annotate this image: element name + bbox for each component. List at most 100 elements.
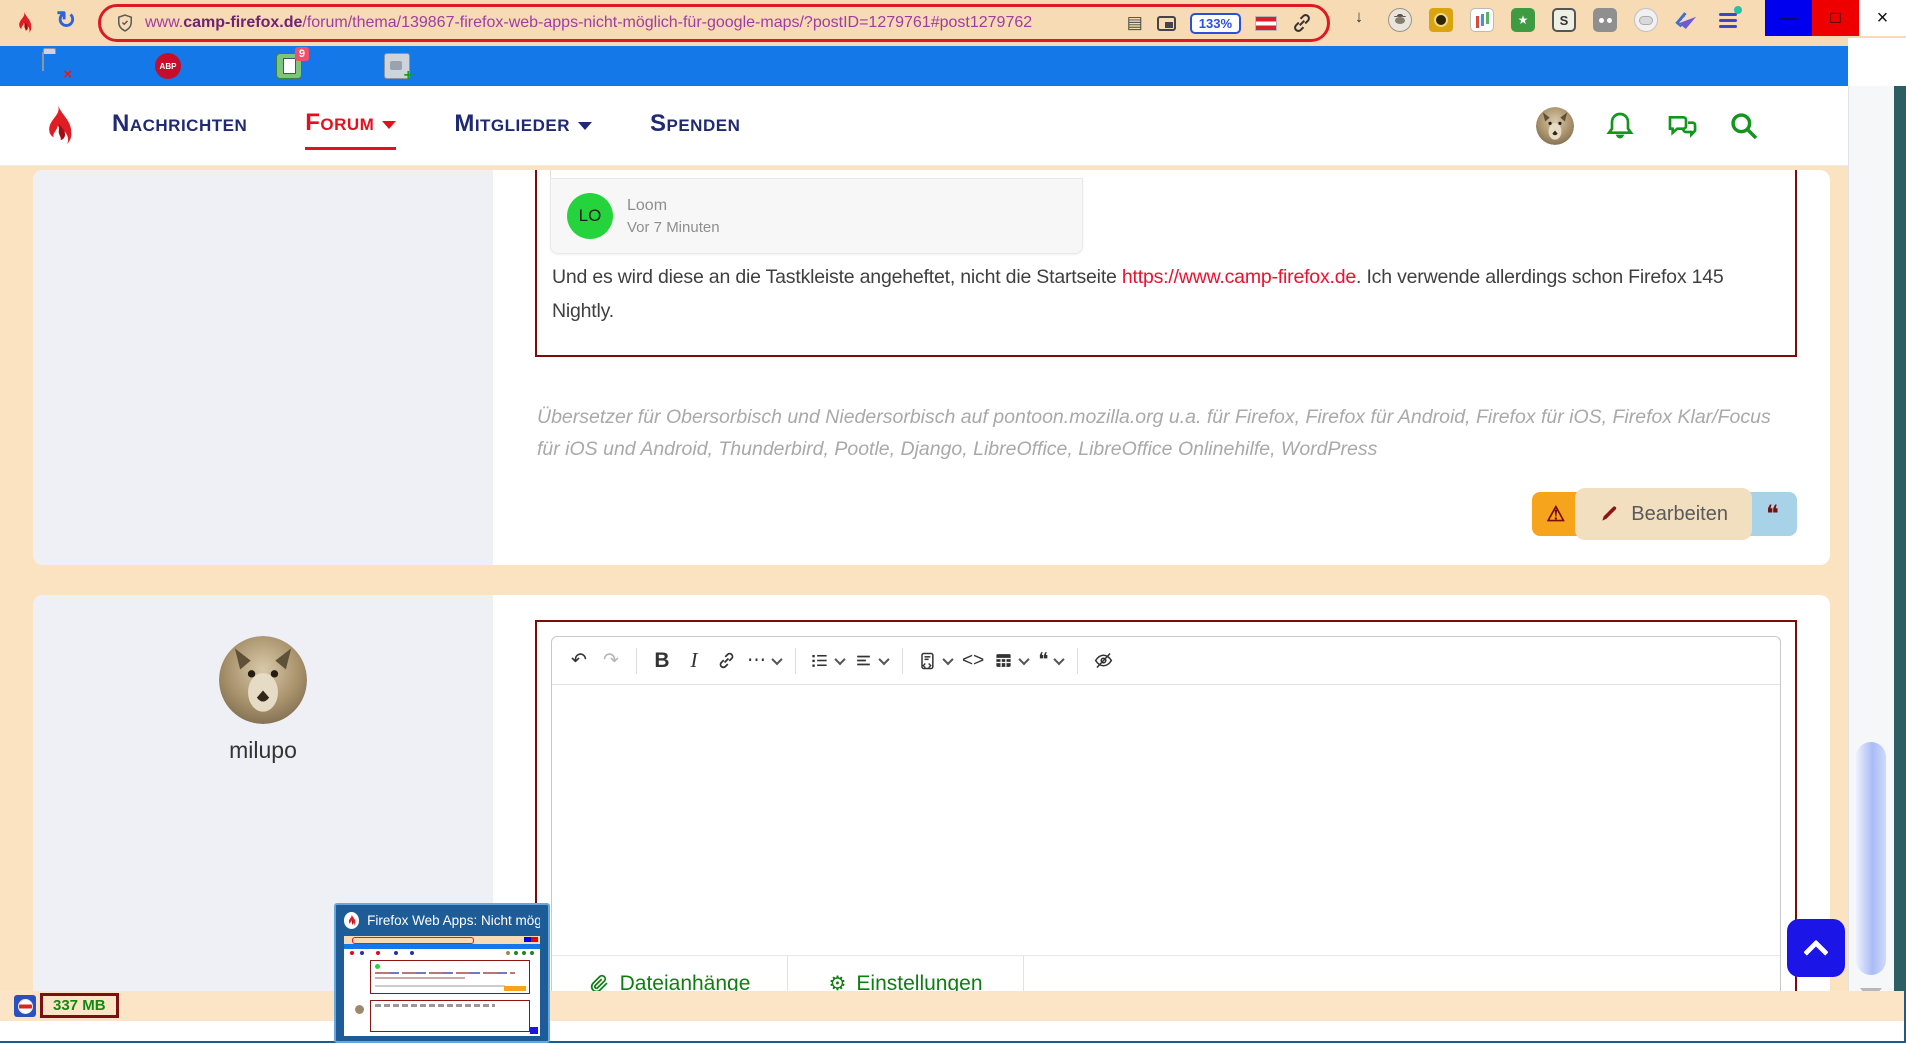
taskbar-thumbnail-preview[interactable]: Firefox Web Apps: Nicht mögli… xyxy=(334,903,550,1043)
redo-icon[interactable]: ↷ xyxy=(596,645,626,677)
alignment-button[interactable] xyxy=(850,645,892,677)
maximize-button[interactable]: □ xyxy=(1812,0,1859,36)
adblock-plus-icon[interactable]: ABP xyxy=(155,53,181,79)
reload-button[interactable]: ↻ xyxy=(56,6,76,35)
chevron-down-icon xyxy=(834,653,845,664)
chevron-down-icon xyxy=(382,121,396,129)
pin-flag-extension-icon[interactable] xyxy=(1675,8,1699,32)
embed-author: Loom xyxy=(627,197,720,215)
picture-in-picture-icon[interactable] xyxy=(1157,16,1176,31)
conversations-chat-icon[interactable] xyxy=(1666,110,1698,142)
chevron-down-icon xyxy=(1054,653,1065,664)
folder-block-icon[interactable]: × xyxy=(42,53,68,79)
insert-table-button[interactable] xyxy=(990,645,1032,677)
nav-item-spenden[interactable]: Spenden xyxy=(650,104,740,148)
rich-text-editor: ↶ ↷ B I ⋯ xyxy=(551,636,1781,1012)
downloads-button[interactable]: ↓ xyxy=(1348,9,1370,27)
post-message-box: LO Loom Vor 7 Minuten Und es wird diese … xyxy=(535,170,1797,357)
bulleted-list-button[interactable] xyxy=(806,645,848,677)
page-scrollbar[interactable] xyxy=(1848,86,1894,1005)
addon-badge: 9 xyxy=(295,47,309,61)
window-edge-strip xyxy=(1894,86,1906,1005)
insert-template-button[interactable] xyxy=(913,645,956,677)
preview-flame-icon xyxy=(344,912,359,929)
addon-bar: × ABP 9 xyxy=(0,46,1848,86)
browser-titlebar: ↻ www.camp-firefox.de/forum/thema/139867… xyxy=(0,0,1906,46)
embed-timestamp: Vor 7 Minuten xyxy=(627,219,720,236)
chevron-down-icon xyxy=(578,122,592,130)
status-bar: 337 MB xyxy=(0,991,1906,1021)
header-user-area xyxy=(1536,86,1760,166)
notifications-bell-icon[interactable] xyxy=(1604,110,1636,142)
post-body-text: Und es wird diese an die Tastkleiste ang… xyxy=(552,260,1782,328)
session-manager-icon[interactable]: 9 xyxy=(276,53,302,79)
extension-toolbar: S xyxy=(1388,8,1740,32)
user-signature: Übersetzer für Obersorbisch und Niederso… xyxy=(537,402,1795,465)
chevron-down-icon xyxy=(771,653,782,664)
chevron-up-icon xyxy=(1803,940,1828,965)
reply-editor-column: ↶ ↷ B I ⋯ xyxy=(493,595,1830,1043)
url-text: www.camp-firefox.de/forum/thema/139867-f… xyxy=(145,14,1032,32)
shield-permissions-icon[interactable] xyxy=(115,13,135,33)
scrollbar-thumb[interactable] xyxy=(1856,742,1886,975)
bookmark-star-extension-icon[interactable] xyxy=(1511,8,1535,32)
stylus-extension-icon[interactable]: S xyxy=(1552,8,1576,32)
nav-item-forum[interactable]: Forum xyxy=(305,103,396,150)
forum-header: Nachrichten Forum Mitglieder Spenden xyxy=(0,86,1848,166)
browser-window: ↻ www.camp-firefox.de/forum/thema/139867… xyxy=(0,0,1906,1043)
window-controls: — □ × xyxy=(1765,0,1906,36)
reader-view-icon[interactable]: ▤ xyxy=(1127,13,1143,33)
search-icon[interactable] xyxy=(1728,110,1760,142)
chevron-down-icon xyxy=(942,653,953,664)
zoom-level-badge[interactable]: 133% xyxy=(1190,13,1241,34)
insert-link-icon[interactable] xyxy=(711,645,741,677)
stats-extension-icon[interactable] xyxy=(1470,8,1494,32)
two-dot-extension-icon[interactable] xyxy=(1593,8,1617,32)
camp-firefox-logo[interactable] xyxy=(36,100,80,152)
url-bar[interactable]: www.camp-firefox.de/forum/thema/139867-f… xyxy=(98,4,1330,42)
reply-user-avatar[interactable] xyxy=(219,636,307,724)
plugin-blocked-icon[interactable] xyxy=(14,995,36,1017)
editor-text-area[interactable] xyxy=(552,685,1780,955)
bold-button[interactable]: B xyxy=(647,645,677,677)
italic-button[interactable]: I xyxy=(679,645,709,677)
undo-icon[interactable]: ↶ xyxy=(564,645,594,677)
chevron-down-icon xyxy=(878,653,889,664)
hide-preview-button[interactable] xyxy=(1088,645,1118,677)
reply-card: milupo ↶ ↷ B I ⋯ xyxy=(33,595,1830,1043)
minimize-button[interactable]: — xyxy=(1765,0,1812,36)
preview-window-title: Firefox Web Apps: Nicht mögli… xyxy=(367,913,540,928)
blockquote-button[interactable]: ❝ xyxy=(1034,645,1067,677)
nav-item-nachrichten[interactable]: Nachrichten xyxy=(112,104,247,148)
more-formatting-button[interactable]: ⋯ xyxy=(743,645,785,677)
quote-button[interactable]: ❝ xyxy=(1748,492,1797,536)
pencil-icon xyxy=(1599,504,1619,524)
app-menu-icon[interactable] xyxy=(1716,8,1740,32)
scroll-to-top-button[interactable] xyxy=(1787,919,1845,977)
main-navigation: Nachrichten Forum Mitglieder Spenden xyxy=(112,86,740,166)
memory-usage-badge: 337 MB xyxy=(40,993,119,1018)
post-author-column xyxy=(33,170,493,565)
link-preview-embed[interactable]: LO Loom Vor 7 Minuten xyxy=(550,170,1083,254)
embed-avatar: LO xyxy=(567,193,613,239)
app-flame-icon xyxy=(12,11,36,35)
nav-item-mitglieder[interactable]: Mitglieder xyxy=(454,104,592,148)
reply-username[interactable]: milupo xyxy=(33,737,493,764)
report-button[interactable]: ⚠ xyxy=(1532,492,1579,536)
reply-editor-frame: ↶ ↷ B I ⋯ xyxy=(535,620,1797,1043)
camera-extension-icon[interactable] xyxy=(1429,8,1453,32)
post-actions: ⚠ Bearbeiten ❝ xyxy=(1532,488,1797,540)
cloud-extension-icon[interactable] xyxy=(1634,8,1658,32)
toolbar-right-gap xyxy=(1848,38,1906,86)
screenshot-add-icon[interactable] xyxy=(384,53,410,79)
monkey-extension-icon[interactable] xyxy=(1388,8,1412,32)
post-card: LO Loom Vor 7 Minuten Und es wird diese … xyxy=(33,170,1830,565)
bottom-white-strip xyxy=(0,1021,1906,1043)
post-link[interactable]: https://www.camp-firefox.de xyxy=(1122,266,1356,288)
austria-flag-icon[interactable] xyxy=(1255,16,1277,31)
close-button[interactable]: × xyxy=(1859,0,1906,36)
link-icon[interactable] xyxy=(1291,12,1313,34)
user-avatar[interactable] xyxy=(1536,107,1574,145)
source-code-button[interactable]: <> xyxy=(958,645,988,677)
edit-button[interactable]: Bearbeiten xyxy=(1575,488,1752,540)
